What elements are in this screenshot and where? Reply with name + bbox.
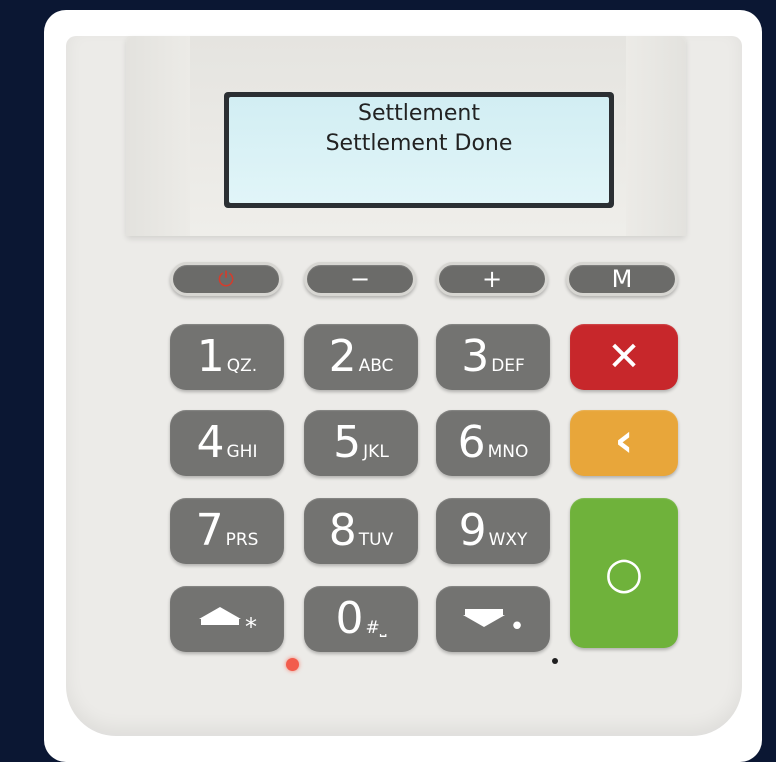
key-0[interactable]: 0 #⎵ <box>304 586 418 652</box>
letters-7: PRS <box>225 530 259 550</box>
menu-button[interactable]: M <box>566 262 678 296</box>
key-3[interactable]: 3 DEF <box>436 324 550 390</box>
letters-4: GHI <box>226 442 258 462</box>
digit-6: 6 <box>457 417 486 468</box>
digit-2: 2 <box>328 331 357 382</box>
arrow-up-icon <box>197 605 243 633</box>
digit-4: 4 <box>196 417 225 468</box>
key-9[interactable]: 9 WXY <box>436 498 550 564</box>
key-8[interactable]: 8 TUV <box>304 498 418 564</box>
plus-icon: + <box>481 265 503 293</box>
key-5[interactable]: 5 JKL <box>304 410 418 476</box>
clear-button[interactable]: ‹ <box>570 410 678 476</box>
digit-5: 5 <box>333 417 362 468</box>
digit-3: 3 <box>461 331 490 382</box>
letters-8: TUV <box>358 530 394 550</box>
display-title: Settlement <box>358 101 480 126</box>
dot-label: • <box>509 612 525 642</box>
digit-8: 8 <box>328 505 357 556</box>
display-message: Settlement Done <box>325 131 513 156</box>
digit-1: 1 <box>196 331 225 382</box>
image-card: Settlement Settlement Done ⏻ − + M 1 QZ.… <box>44 10 762 762</box>
letters-1: QZ. <box>226 356 258 376</box>
letters-6: MNO <box>487 442 529 462</box>
lcd-display: Settlement Settlement Done <box>229 97 609 203</box>
key-2[interactable]: 2 ABC <box>304 324 418 390</box>
digit-7: 7 <box>195 505 224 556</box>
letters-5: JKL <box>363 442 389 462</box>
enter-button[interactable]: ○ <box>570 498 678 648</box>
power-button[interactable]: ⏻ <box>170 262 282 296</box>
letters-2: ABC <box>358 356 394 376</box>
enter-icon: ○ <box>604 547 644 599</box>
key-4[interactable]: 4 GHI <box>170 410 284 476</box>
menu-label: M <box>611 265 633 293</box>
cancel-icon: ✕ <box>607 334 641 380</box>
microphone-dot <box>552 658 558 664</box>
asterisk-label: * <box>245 613 257 641</box>
minus-button[interactable]: − <box>304 262 416 296</box>
digit-0: 0 <box>335 593 364 644</box>
digit-9: 9 <box>458 505 487 556</box>
arrow-down-icon <box>461 605 507 633</box>
key-down[interactable]: • <box>436 586 550 652</box>
key-6[interactable]: 6 MNO <box>436 410 550 476</box>
letters-3: DEF <box>491 356 525 376</box>
letters-9: WXY <box>488 530 528 550</box>
key-up[interactable]: * <box>170 586 284 652</box>
key-7[interactable]: 7 PRS <box>170 498 284 564</box>
payment-terminal: Settlement Settlement Done ⏻ − + M 1 QZ.… <box>66 36 742 736</box>
key-1[interactable]: 1 QZ. <box>170 324 284 390</box>
cancel-button[interactable]: ✕ <box>570 324 678 390</box>
display-frame: Settlement Settlement Done <box>224 92 614 208</box>
power-icon: ⏻ <box>218 267 234 291</box>
back-arrow-icon: ‹ <box>614 413 634 467</box>
minus-icon: − <box>349 265 371 293</box>
letters-0: #⎵ <box>365 618 387 638</box>
status-led <box>286 658 299 671</box>
plus-button[interactable]: + <box>436 262 548 296</box>
